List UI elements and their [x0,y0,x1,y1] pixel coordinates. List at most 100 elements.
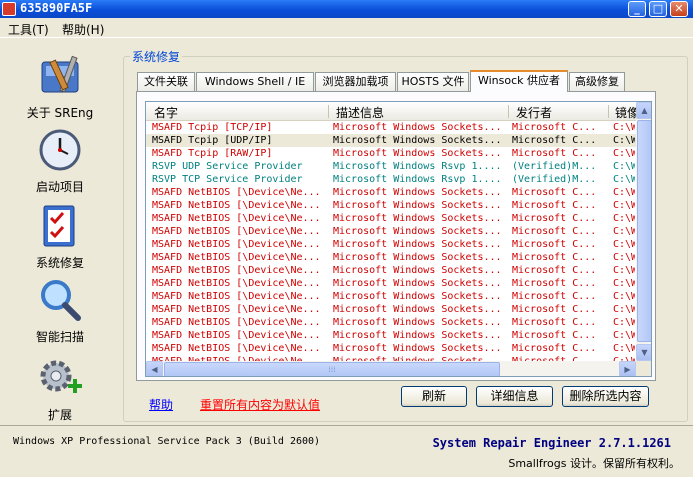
vertical-scrollbar[interactable]: ▲ ▼ [636,102,651,361]
toolbox-icon [41,55,79,93]
cell-description: Microsoft Windows Sockets... [333,213,502,224]
cell-description: Microsoft Windows Sockets... [333,304,502,315]
reset-defaults-link[interactable]: 重置所有内容为默认值 [200,396,320,413]
column-separator[interactable] [328,105,329,118]
tab-file-association[interactable]: 文件关联 [137,72,195,92]
scroll-down-arrow-icon[interactable]: ▼ [636,344,651,361]
table-row[interactable]: MSAFD Tcpip [TCP/IP] Microsoft Windows So… [146,121,636,134]
delete-selected-button[interactable]: 删除所选内容 [562,386,649,407]
cell-description: Microsoft Windows Sockets... [333,330,502,341]
menu-help[interactable]: 帮助(H) [62,21,104,38]
table-row[interactable]: MSAFD NetBIOS [\Device\Ne... Microsoft Wi… [146,212,636,225]
sidebar-item-label: 智能扫描 [35,330,84,344]
sidebar-item-smart-scan[interactable]: 智能扫描 [18,276,102,345]
tab-browser-addons[interactable]: 浏览器加载项 [315,72,396,92]
title-bar[interactable]: 635890FA5F _ □ ✕ [0,0,693,18]
cell-image: C:\W [613,135,635,146]
scroll-left-arrow-icon[interactable]: ◀ [146,361,163,376]
cell-description: Microsoft Windows Sockets... [333,200,502,211]
table-row[interactable]: MSAFD NetBIOS [\Device\Ne... Microsoft Wi… [146,199,636,212]
cell-image: C:\W [613,148,635,159]
table-row[interactable]: MSAFD NetBIOS [\Device\Ne... Microsoft Wi… [146,225,636,238]
tab-windows-shell-ie[interactable]: Windows Shell / IE [196,72,314,92]
details-button[interactable]: 详细信息 [476,386,553,407]
tab-winsock-providers[interactable]: Winsock 供应者 [470,70,568,92]
cell-name: MSAFD Tcpip [RAW/IP] [152,148,273,159]
menu-tools[interactable]: 工具(T) [8,21,49,38]
table-row[interactable]: MSAFD NetBIOS [\Device\Ne... Microsoft Wi… [146,316,636,329]
cell-publisher: Microsoft C... [512,122,597,133]
tab-advanced-repair[interactable]: 高级修复 [569,72,625,92]
cell-description: Microsoft Windows Sockets... [333,291,502,302]
column-header-description[interactable]: 描述信息 [336,104,384,121]
column-separator[interactable] [508,105,509,118]
cell-description: Microsoft Windows Sockets... [333,317,502,328]
scroll-right-arrow-icon[interactable]: ▶ [619,361,636,376]
cell-description: Microsoft Windows Sockets... [333,343,502,354]
column-separator[interactable] [608,105,609,118]
status-bar: Windows XP Professional Service Pack 3 (… [0,425,693,477]
cell-description: Microsoft Windows Sockets... [333,252,502,263]
table-row[interactable]: MSAFD NetBIOS [\Device\Ne... Microsoft Wi… [146,186,636,199]
cell-image: C:\W [613,252,635,263]
cell-publisher: Microsoft C... [512,265,597,276]
cell-image: C:\W [613,161,635,172]
table-row[interactable]: MSAFD Tcpip [RAW/IP] Microsoft Windows So… [146,147,636,160]
table-row[interactable]: MSAFD NetBIOS [\Device\Ne... Microsoft Wi… [146,342,636,355]
sidebar-item-label: 扩展 [47,408,72,422]
winsock-list[interactable]: 名字 描述信息 发行者 镜像 MSAFD Tcpip [TCP/IP] Micro… [145,101,652,377]
sidebar-item-extensions[interactable]: 扩展 [18,354,102,423]
cell-publisher: (Verified)M... [512,161,597,172]
table-row[interactable]: MSAFD NetBIOS [\Device\Ne... Microsoft Wi… [146,303,636,316]
cell-name: MSAFD NetBIOS [\Device\Ne... [152,317,321,328]
cell-name: MSAFD NetBIOS [\Device\Ne... [152,304,321,315]
column-header-name[interactable]: 名字 [154,104,178,121]
product-version-text: System Repair Engineer 2.7.1.1261 [432,436,671,450]
copyright-text: Smallfrogs 设计。保留所有权利。 [508,457,680,470]
group-title: 系统修复 [130,48,183,65]
vertical-scroll-thumb[interactable] [637,120,651,342]
cell-description: Microsoft Windows Rsvp 1.... [333,174,502,185]
cell-image: C:\W [613,330,635,341]
cell-description: Microsoft Windows Sockets... [333,187,502,198]
horizontal-scroll-thumb[interactable]: ⁞⁞⁞ [164,362,500,376]
magnifier-icon [41,280,81,321]
maximize-button[interactable]: □ [649,1,667,17]
cell-image: C:\W [613,122,635,133]
table-row[interactable]: MSAFD NetBIOS [\Device\Ne... Microsoft Wi… [146,329,636,342]
cell-description: Microsoft Windows Sockets... [333,265,502,276]
table-row[interactable]: MSAFD NetBIOS [\Device\Ne... Microsoft Wi… [146,264,636,277]
menu-bar: 工具(T) 帮助(H) [0,18,693,38]
sidebar-item-label: 系统修复 [35,256,84,270]
cell-publisher: Microsoft C... [512,330,597,341]
minimize-button[interactable]: _ [628,1,646,17]
sidebar-item-system-repair[interactable]: 系统修复 [18,202,102,271]
cell-name: MSAFD NetBIOS [\Device\Ne... [152,226,321,237]
cell-publisher: Microsoft C... [512,343,597,354]
help-link[interactable]: 帮助 [149,396,173,413]
table-row[interactable]: MSAFD NetBIOS [\Device\Ne... Microsoft Wi… [146,238,636,251]
column-header-publisher[interactable]: 发行者 [516,104,552,121]
tab-hosts-file[interactable]: HOSTS 文件 [397,72,469,92]
refresh-button[interactable]: 刷新 [401,386,467,407]
table-row[interactable]: MSAFD Tcpip [UDP/IP] Microsoft Windows So… [146,134,636,147]
cell-image: C:\W [613,265,635,276]
table-row[interactable]: MSAFD NetBIOS [\Device\Ne... Microsoft Wi… [146,277,636,290]
scroll-up-arrow-icon[interactable]: ▲ [636,102,651,119]
sidebar-item-label: 关于 SREng [26,106,94,120]
cell-description: Microsoft Windows Rsvp 1.... [333,161,502,172]
table-row[interactable]: MSAFD NetBIOS [\Device\Ne... Microsoft Wi… [146,290,636,303]
cell-name: MSAFD NetBIOS [\Device\Ne... [152,200,321,211]
table-row[interactable]: RSVP TCP Service Provider Microsoft Windo… [146,173,636,186]
sidebar-item-startup[interactable]: 启动项目 [18,126,102,195]
cell-description: Microsoft Windows Sockets... [333,239,502,250]
cell-description: Microsoft Windows Sockets... [333,278,502,289]
close-button[interactable]: ✕ [670,1,688,17]
cell-description: Microsoft Windows Sockets... [333,122,502,133]
horizontal-scrollbar[interactable]: ◀ ⁞⁞⁞ ▶ [146,361,636,376]
sidebar-item-about[interactable]: 关于 SREng [18,52,102,121]
cell-publisher: Microsoft C... [512,239,597,250]
cell-name: MSAFD NetBIOS [\Device\Ne... [152,252,321,263]
table-row[interactable]: RSVP UDP Service Provider Microsoft Windo… [146,160,636,173]
table-row[interactable]: MSAFD NetBIOS [\Device\Ne... Microsoft Wi… [146,251,636,264]
